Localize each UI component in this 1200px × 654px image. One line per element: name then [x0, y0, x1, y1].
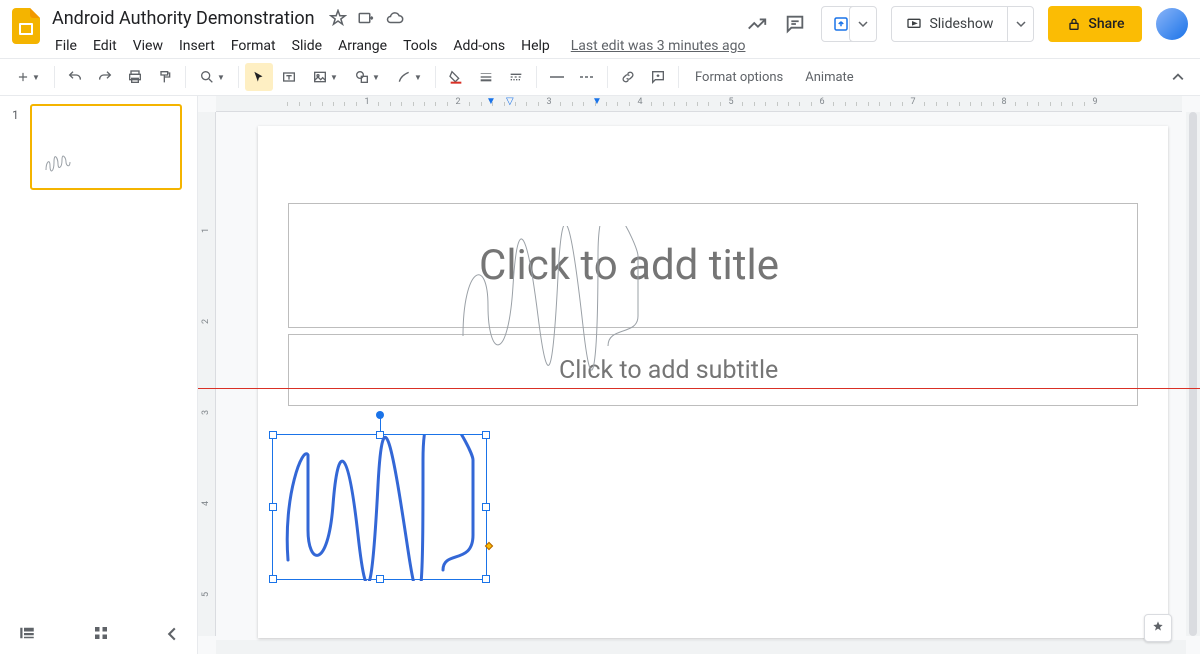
fill-color-button[interactable] [442, 63, 470, 91]
vertical-ruler[interactable]: 12345 [198, 112, 216, 636]
line-end-button[interactable] [573, 63, 601, 91]
present-upload-arrow[interactable] [849, 6, 877, 42]
workspace: 1 ▼ ▽ ▼ 123456789 12345 Click to add tit… [0, 96, 1200, 654]
last-edit-link[interactable]: Last edit was 3 minutes ago [571, 38, 746, 54]
menu-edit[interactable]: Edit [86, 36, 124, 56]
collapse-toolbar-button[interactable] [1164, 63, 1192, 91]
star-icon[interactable] [329, 9, 347, 27]
account-avatar[interactable] [1156, 8, 1188, 40]
move-icon[interactable] [357, 9, 375, 27]
slide-thumbnail[interactable] [30, 104, 182, 190]
comments-icon[interactable] [783, 12, 807, 36]
indent-marker-left[interactable]: ▼ [486, 96, 496, 107]
undo-button[interactable] [61, 63, 89, 91]
print-button[interactable] [121, 63, 149, 91]
toolbar: ▼ ▼ ▼ ▼ ▼ Format options Animate [0, 58, 1200, 96]
background-scribble [458, 226, 678, 386]
horizontal-scrollbar[interactable] [216, 640, 1186, 654]
trending-icon[interactable] [745, 12, 769, 36]
selected-shape[interactable] [272, 434, 487, 580]
border-dash-button[interactable] [502, 63, 530, 91]
thumb-scribble-icon [44, 152, 74, 174]
slides-logo[interactable] [12, 6, 40, 46]
document-title[interactable]: Android Authority Demonstration [48, 8, 319, 29]
shape-tool[interactable]: ▼ [347, 63, 387, 91]
document-title-area: Android Authority Demonstration File Edi… [48, 6, 745, 58]
animate-button[interactable]: Animate [795, 70, 863, 85]
zoom-button[interactable]: ▼ [192, 63, 232, 91]
header-right: Slideshow Share [745, 6, 1188, 42]
app-header: Android Authority Demonstration File Edi… [0, 0, 1200, 58]
explore-button[interactable] [1144, 614, 1172, 642]
link-button[interactable] [614, 63, 642, 91]
image-tool[interactable]: ▼ [305, 63, 345, 91]
redo-button[interactable] [91, 63, 119, 91]
menu-arrange[interactable]: Arrange [331, 36, 394, 56]
menu-format[interactable]: Format [224, 36, 283, 56]
slide-filmstrip: 1 [0, 96, 198, 654]
select-tool[interactable] [245, 63, 273, 91]
menu-bar: File Edit View Insert Format Slide Arran… [48, 34, 745, 58]
alignment-guide [198, 388, 1200, 389]
format-options-button[interactable]: Format options [685, 70, 793, 85]
line-tool[interactable]: ▼ [389, 63, 429, 91]
share-button[interactable]: Share [1048, 6, 1142, 42]
menu-tools[interactable]: Tools [396, 36, 444, 56]
comment-button[interactable] [644, 63, 672, 91]
line-start-button[interactable] [543, 63, 571, 91]
menu-help[interactable]: Help [514, 36, 557, 56]
slide-number: 1 [12, 108, 19, 122]
share-label: Share [1088, 16, 1124, 32]
indent-marker-right[interactable]: ▼ [592, 96, 602, 107]
paint-format-button[interactable] [151, 63, 179, 91]
menu-addons[interactable]: Add-ons [446, 36, 512, 56]
collapse-filmstrip-icon[interactable] [165, 626, 179, 645]
rotate-handle[interactable] [376, 411, 384, 419]
new-slide-button[interactable]: ▼ [8, 63, 48, 91]
horizontal-ruler[interactable]: ▼ ▽ ▼ 123456789 [216, 96, 1182, 112]
grid-view-icon[interactable] [92, 624, 110, 646]
border-weight-button[interactable] [472, 63, 500, 91]
slide-canvas-area: ▼ ▽ ▼ 123456789 12345 Click to add title… [198, 96, 1200, 654]
subtitle-placeholder[interactable]: Click to add subtitle [288, 334, 1138, 406]
title-placeholder[interactable]: Click to add title [288, 203, 1138, 328]
cloud-status-icon[interactable] [385, 9, 405, 27]
filmstrip-view-icon[interactable] [18, 624, 36, 646]
menu-view[interactable]: View [126, 36, 170, 56]
menu-insert[interactable]: Insert [172, 36, 222, 56]
slideshow-button[interactable]: Slideshow [891, 6, 1034, 42]
vertical-scrollbar[interactable] [1186, 112, 1200, 636]
scribble-path [273, 435, 488, 581]
menu-file[interactable]: File [48, 36, 84, 56]
menu-slide[interactable]: Slide [285, 36, 329, 56]
slideshow-arrow[interactable] [1007, 7, 1033, 41]
slideshow-label: Slideshow [929, 16, 993, 32]
indent-marker-first[interactable]: ▽ [506, 96, 514, 107]
textbox-tool[interactable] [275, 63, 303, 91]
